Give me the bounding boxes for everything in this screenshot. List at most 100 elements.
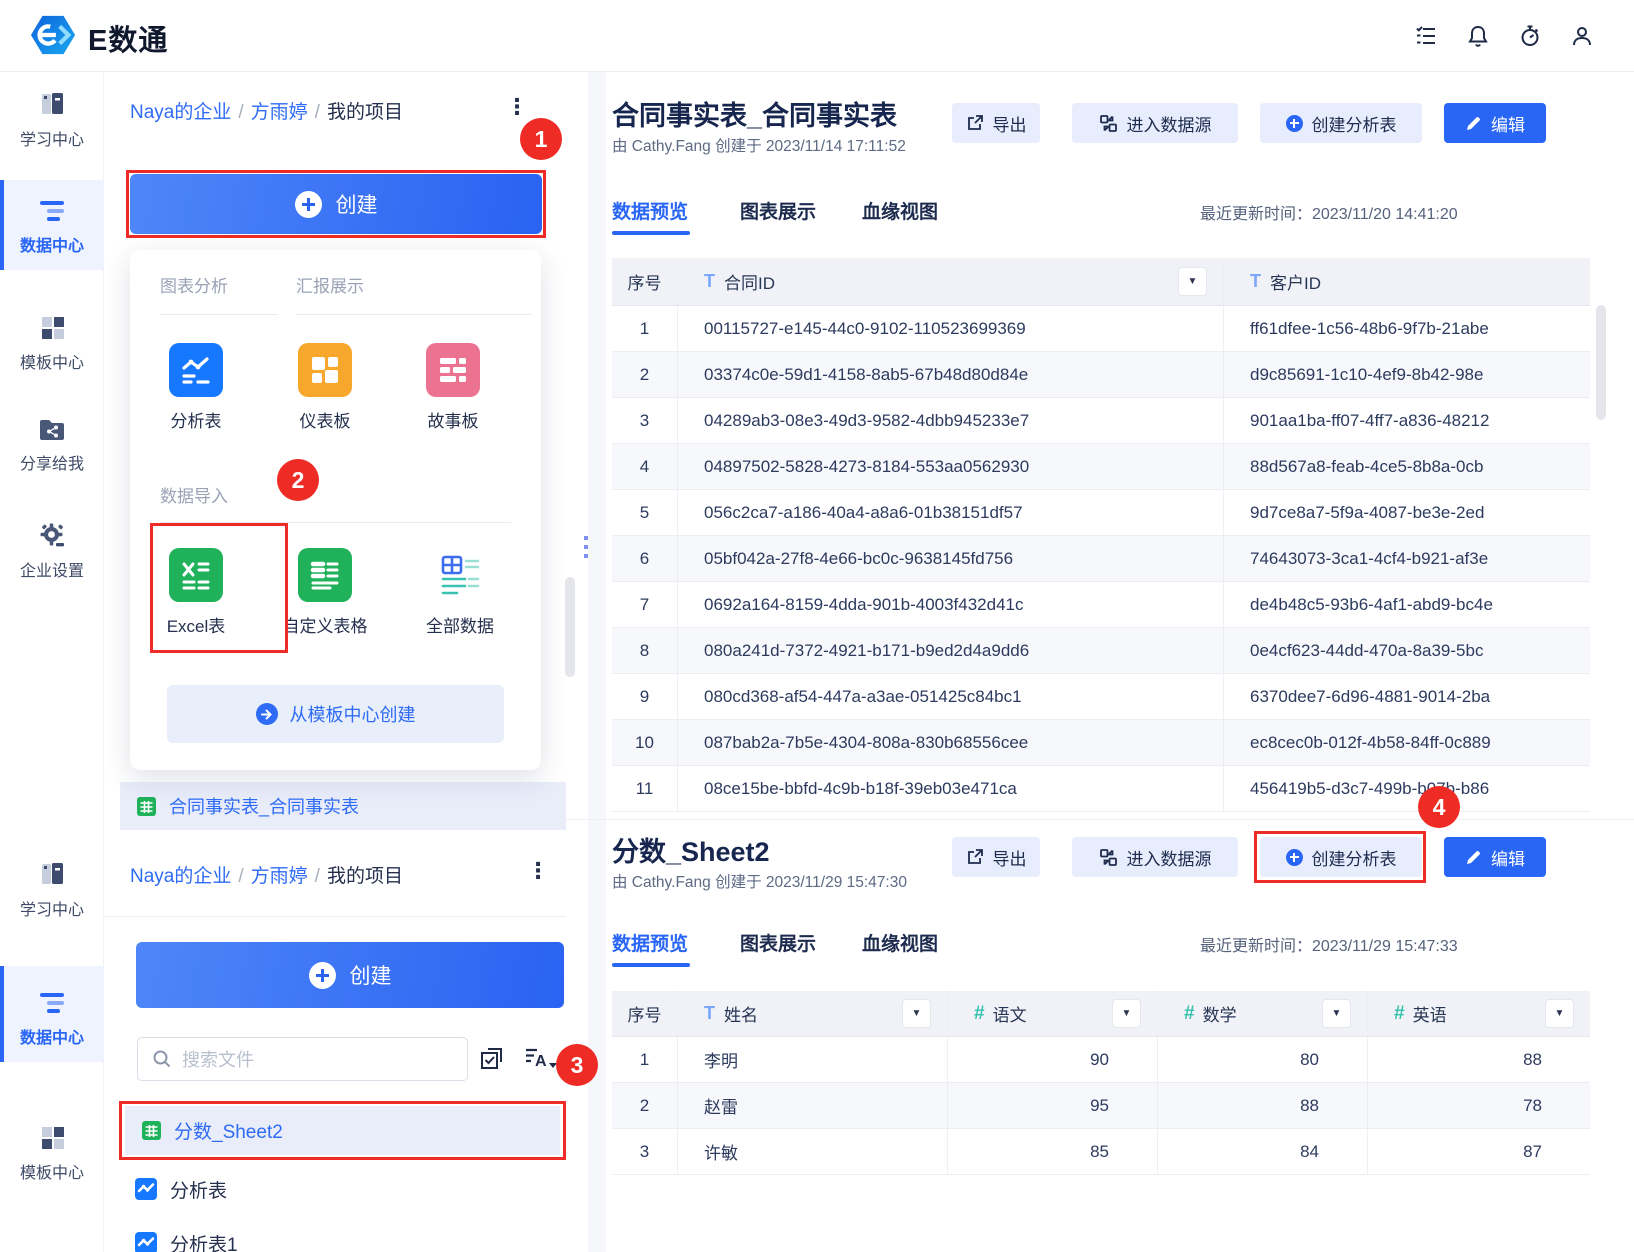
- export-button[interactable]: 导出: [952, 103, 1040, 143]
- learning-books-icon: [0, 90, 104, 118]
- column-dropdown-icon[interactable]: [1112, 999, 1141, 1028]
- breadcrumb-enterprise-link[interactable]: Naya的企业: [130, 866, 231, 887]
- column-dropdown-icon[interactable]: [1545, 999, 1574, 1028]
- multi-select-icon[interactable]: [479, 1045, 505, 1076]
- column-header-contract-id[interactable]: 合同ID: [678, 258, 1224, 305]
- sidebar-item-enterprise-settings[interactable]: 企业设置: [0, 522, 104, 581]
- sidebar-item-shared-with-me[interactable]: 分享给我: [0, 418, 104, 474]
- table-header-row: 序号 合同ID 客户ID: [612, 258, 1590, 306]
- enter-datasource-button-2[interactable]: 进入数据源: [1072, 837, 1238, 877]
- search-input[interactable]: 搜索文件: [137, 1037, 468, 1081]
- search-placeholder: 搜索文件: [182, 1050, 254, 1070]
- menu-item-analysis-sheet[interactable]: 分析表: [141, 343, 251, 432]
- app-root: E数通 学习中心 数据中心 模板中心 分享给我 企业设置 学习中心 数据中心 模…: [0, 0, 1634, 1252]
- sidebar-item-data-center-2[interactable]: 数据中心: [0, 990, 104, 1048]
- column-header-index: 序号: [612, 991, 678, 1036]
- annotation-badge-2: 2: [277, 459, 319, 501]
- section1-title: 合同事实表_合同事实表: [612, 101, 898, 131]
- table-row: 3 04289ab3-08e3-49d3-9582-4dbb945233e7 901…: [612, 398, 1590, 444]
- score-table: 序号 姓名 语文 数学 英语 1 李明 90 80 88 2 赵雷 95 88 …: [612, 991, 1590, 1176]
- excel-icon: [169, 548, 223, 602]
- column-header-chinese[interactable]: 语文: [948, 991, 1158, 1036]
- text-type-icon: [704, 271, 724, 292]
- create-analysis-button[interactable]: 创建分析表: [1260, 103, 1422, 143]
- create-button-2[interactable]: 创建: [136, 942, 564, 1008]
- history-clock-icon[interactable]: [1518, 24, 1542, 48]
- notification-bell-icon[interactable]: [1466, 24, 1490, 48]
- section2-updated-time: 最近更新时间：2023/11/29 15:47:33: [1200, 938, 1458, 955]
- sidebar-item-data-center[interactable]: 数据中心: [0, 198, 104, 256]
- sidebar-item-template-center-2[interactable]: 模板中心: [0, 1124, 104, 1183]
- excel-table-icon: [136, 796, 157, 817]
- menu-item-custom-table[interactable]: 自定义表格: [270, 548, 380, 637]
- tab-lineage-view[interactable]: 血缘视图: [862, 197, 938, 224]
- kebab-menu-icon[interactable]: [527, 858, 549, 884]
- text-type-icon: [704, 1003, 724, 1024]
- template-grid-icon: [0, 1124, 104, 1151]
- file-item-score-sheet2[interactable]: 分数_Sheet2: [125, 1106, 560, 1155]
- column-dropdown-icon[interactable]: [1322, 999, 1351, 1028]
- storyboard-icon: [426, 343, 480, 397]
- data-list-icon: [0, 198, 104, 224]
- tab-chart-display[interactable]: 图表展示: [740, 197, 816, 224]
- menu-item-storyboard[interactable]: 故事板: [398, 343, 508, 432]
- tab-lineage-view-2[interactable]: 血缘视图: [862, 929, 938, 956]
- app-title: E数通: [88, 24, 169, 57]
- panel-scrollbar[interactable]: [565, 577, 575, 677]
- kebab-menu-icon[interactable]: [506, 94, 528, 120]
- excel-table-icon: [141, 1120, 162, 1141]
- analysis-chart-icon: [134, 1231, 158, 1252]
- column-dropdown-icon[interactable]: [902, 999, 931, 1028]
- column-dropdown-icon[interactable]: [1178, 267, 1207, 296]
- column-header-name[interactable]: 姓名: [678, 991, 948, 1036]
- menu-item-excel-table[interactable]: Excel表: [141, 548, 251, 637]
- table-row: 6 05bf042a-27f8-4e66-bc0c-9638145fd756 746…: [612, 536, 1590, 582]
- file-item-analysis-sheet[interactable]: 分析表: [125, 1168, 560, 1210]
- analysis-chart-icon: [134, 1177, 158, 1201]
- enter-datasource-button[interactable]: 进入数据源: [1072, 103, 1238, 143]
- column-header-english[interactable]: 英语: [1368, 991, 1590, 1036]
- menu-item-all-data[interactable]: 全部数据: [405, 548, 515, 637]
- create-button[interactable]: 创建: [130, 174, 542, 234]
- column-header-customer-id[interactable]: 客户ID: [1224, 258, 1590, 305]
- create-from-template-button[interactable]: 从模板中心创建: [167, 685, 504, 743]
- section1-updated-time: 最近更新时间：2023/11/20 14:41:20: [1200, 206, 1458, 223]
- annotation-badge-4: 4: [1418, 786, 1460, 828]
- section-divider: [566, 819, 1634, 820]
- table-row: 9 080cd368-af54-447a-a3ae-051425c84bc1 637…: [612, 674, 1590, 720]
- breadcrumb-current: 我的项目: [326, 866, 403, 887]
- breadcrumb-enterprise-link[interactable]: Naya的企业: [130, 102, 231, 123]
- table-row: 2 赵雷 95 88 78: [612, 1083, 1590, 1129]
- top-bar: E数通: [0, 0, 1634, 72]
- text-type-icon: [1250, 271, 1270, 292]
- file-item-analysis-sheet-1[interactable]: 分析表1: [125, 1222, 560, 1252]
- tab-data-preview[interactable]: 数据预览: [612, 197, 688, 224]
- task-list-icon[interactable]: [1414, 24, 1438, 48]
- sidebar-item-template-center[interactable]: 模板中心: [0, 314, 104, 373]
- share-folder-icon: [0, 418, 104, 442]
- table-row: 4 04897502-5828-4273-8184-553aa0562930 88d…: [612, 444, 1590, 490]
- column-header-math[interactable]: 数学: [1158, 991, 1368, 1036]
- tab-chart-display-2[interactable]: 图表展示: [740, 929, 816, 956]
- tab-data-preview-2[interactable]: 数据预览: [612, 929, 688, 956]
- edit-button-2[interactable]: 编辑: [1444, 837, 1546, 877]
- user-icon[interactable]: [1570, 24, 1594, 48]
- breadcrumb-user-link[interactable]: 方雨婷: [251, 866, 308, 887]
- sidebar-item-learning-center[interactable]: 学习中心: [0, 90, 104, 150]
- main-scrollbar[interactable]: [1596, 305, 1606, 420]
- edit-button[interactable]: 编辑: [1444, 103, 1546, 143]
- table-row: 5 056c2ca7-a186-40a4-a8a6-01b38151df57 9d7…: [612, 490, 1590, 536]
- panel-drag-handle[interactable]: [584, 536, 588, 563]
- breadcrumb-current: 我的项目: [326, 102, 403, 123]
- file-item-contract-fact-table[interactable]: 合同事实表_合同事实表: [120, 782, 566, 830]
- annotation-badge-1: 1: [520, 118, 562, 160]
- sort-by-name-icon[interactable]: A: [524, 1046, 558, 1079]
- menu-item-dashboard[interactable]: 仪表板: [270, 343, 380, 432]
- create-analysis-button-2[interactable]: 创建分析表: [1260, 837, 1422, 877]
- export-button-2[interactable]: 导出: [952, 837, 1040, 877]
- sidebar-item-learning-center-2[interactable]: 学习中心: [0, 860, 104, 920]
- breadcrumb-user-link[interactable]: 方雨婷: [251, 102, 308, 123]
- number-type-icon: [974, 1003, 993, 1025]
- breadcrumb: Naya的企业 / 方雨婷 / 我的项目: [130, 102, 403, 123]
- breadcrumb: Naya的企业 / 方雨婷 / 我的项目: [130, 866, 403, 887]
